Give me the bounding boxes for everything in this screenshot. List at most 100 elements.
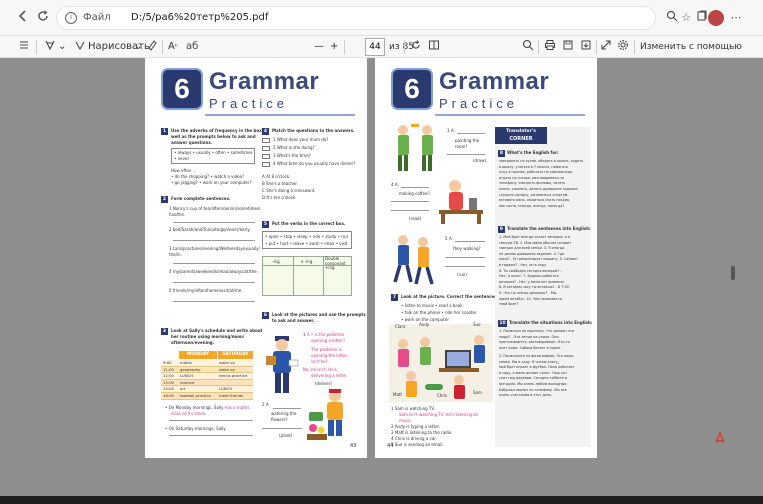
schedule-row: 13:00 science <box>161 379 253 387</box>
answer-line <box>391 210 429 211</box>
answer-text: C She's doing a crossword. <box>262 188 316 193</box>
gear-icon[interactable] <box>617 39 629 55</box>
question-a: making coffee? <box>399 191 430 196</box>
sentence-prompt: 4 my/parents/weekends/relax/always/at/th… <box>169 269 258 274</box>
adverbs-list: • never <box>174 156 190 161</box>
question-a: room? <box>455 144 468 149</box>
document-area[interactable]: 6 Grammar Practice 1 Use the adverbs of … <box>0 58 763 498</box>
read-aloud-icon[interactable]: Aʰ <box>168 39 178 55</box>
exercise-number: 8 <box>498 150 505 157</box>
answer-line <box>391 201 429 202</box>
prompt-text: • go jogging? • work on your computer? <box>171 180 252 185</box>
back-arrow-icon[interactable] <box>14 9 32 27</box>
edit-with-acrobat-button[interactable]: Изменить с помощью Acrobat <box>640 39 763 68</box>
schedule-row: 14:00 art LUNCH <box>161 386 253 393</box>
table-of-contents-icon[interactable] <box>18 39 30 55</box>
title-rule <box>205 114 355 116</box>
page-number-input[interactable]: 44 <box>365 38 385 56</box>
sentence-prompt: has/the. <box>169 212 186 217</box>
address-url[interactable]: D:/5/ра6%20тетр%205.pdf <box>131 12 268 23</box>
hint-label: (read) <box>409 216 422 221</box>
info-icon[interactable]: i <box>65 12 77 24</box>
answer-line <box>445 266 485 267</box>
answer-line <box>445 257 485 258</box>
highlight-icon[interactable] <box>44 39 56 55</box>
schedule-row: 16:00 football practice meet friends <box>161 393 253 400</box>
profile-avatar[interactable] <box>708 10 724 26</box>
exercise-number: 7 <box>391 294 398 301</box>
page-view-icon[interactable] <box>428 39 440 55</box>
save-as-icon[interactable] <box>580 39 592 55</box>
exercise-instruction: Put the verbs in the correct box. <box>272 221 346 226</box>
activity-list: • listen to music • read a book <box>401 303 463 308</box>
coffee-illustration <box>439 180 483 224</box>
page-number: 43 <box>350 443 357 449</box>
exercise-instruction: answer questions. <box>171 140 213 145</box>
schedule-row: 11:00 geography wake up <box>161 366 253 374</box>
answer-line <box>173 240 255 241</box>
page-number: 44 <box>387 443 394 449</box>
exercise-instruction: afternoon/evening. <box>171 340 215 345</box>
unit-number: 6 <box>404 73 420 104</box>
translators-corner-tag: Translator's CORNER <box>495 127 547 144</box>
answer-line <box>401 187 429 188</box>
exercise-number: 3 <box>161 328 168 335</box>
russian-text: очень счастливы в этот день. <box>499 393 553 398</box>
character-name: Clara <box>395 324 406 329</box>
question-a: 2 A <box>262 402 269 407</box>
save-icon[interactable] <box>562 39 574 55</box>
answer-b: delivering a letter. <box>311 373 348 378</box>
russian-text: твой брат? <box>499 302 519 307</box>
verbs-table: -ing e -ing Double consonant +ing <box>262 256 352 296</box>
draw-pen-icon[interactable] <box>74 39 86 55</box>
acrobat-icon[interactable] <box>713 430 727 444</box>
search-icon[interactable] <box>522 39 534 55</box>
painters-illustration <box>398 124 433 171</box>
browser-window: i Файл D:/5/ра6%20тетр%205.pdf ☆ ⋯ ⌄ Нар… <box>0 0 763 504</box>
unit-badge: 6 <box>391 68 433 110</box>
question-a: flowers? <box>271 417 288 422</box>
favorite-star-icon[interactable]: ☆ <box>678 10 694 26</box>
answer-line <box>447 154 485 155</box>
schedule-header: SATURDAY <box>218 351 253 359</box>
chevron-down-icon[interactable]: ⌄ <box>134 39 142 55</box>
answer-line <box>273 408 301 409</box>
exercise-instruction: Look at the picture. Correct the sentenc… <box>401 294 499 299</box>
answer-line <box>169 435 253 436</box>
fullscreen-icon[interactable] <box>600 39 612 55</box>
activity-list: • talk on the phone • ride her scooter <box>401 310 477 315</box>
sentence-text: 5 Sue is sending an email. <box>391 442 444 447</box>
scrollbar-thumb[interactable] <box>731 266 735 280</box>
schedule-row: 12:00 LUNCH tennis practice <box>161 373 253 380</box>
verbs-list: • put • hurt • leave • swim • relax • vi… <box>265 241 348 246</box>
hint-label: (draw) <box>473 158 487 163</box>
rotate-icon[interactable] <box>410 39 422 55</box>
column-header: -ing <box>272 259 280 264</box>
answer-box <box>262 146 270 151</box>
answer-box <box>262 162 270 167</box>
postman-illustration <box>266 336 299 393</box>
answer-line <box>173 282 255 283</box>
answer-text: A At 8 o'clock. <box>262 174 291 179</box>
question-a: 5 A: <box>445 236 453 241</box>
gardener-illustration <box>307 389 343 440</box>
exercise-instruction: What's the English for: <box>507 150 559 155</box>
answer-line <box>173 301 255 302</box>
more-menu-icon[interactable]: ⋯ <box>728 10 744 26</box>
print-icon[interactable] <box>544 39 556 55</box>
exercise-instruction: to ask and answer. <box>272 318 315 323</box>
question-text: 1 What does your mum do? <box>273 137 329 142</box>
eraser-icon[interactable] <box>146 39 158 55</box>
pdf-toolbar: ⌄ Нарисовать ⌄ Aʰ аб — + 44 из 85 Измени… <box>0 36 763 68</box>
character-name: Sue <box>473 322 481 327</box>
question-a: they walking? <box>453 246 481 251</box>
address-bar-row: i Файл D:/5/ра6%20тетр%205.pdf ☆ ⋯ <box>0 0 763 36</box>
question-text: 3 What's the time? <box>273 153 311 158</box>
exercise-instruction: Translate the situations into English: <box>509 320 593 325</box>
chevron-down-icon[interactable]: ⌄ <box>58 39 66 55</box>
zoom-in-icon[interactable]: + <box>330 39 338 55</box>
reload-icon[interactable] <box>34 9 52 27</box>
address-bar[interactable]: i Файл D:/5/ра6%20тетр%205.pdf <box>56 6 656 30</box>
zoom-out-icon[interactable]: — <box>314 39 324 55</box>
text-options-icon[interactable]: аб <box>186 39 200 55</box>
